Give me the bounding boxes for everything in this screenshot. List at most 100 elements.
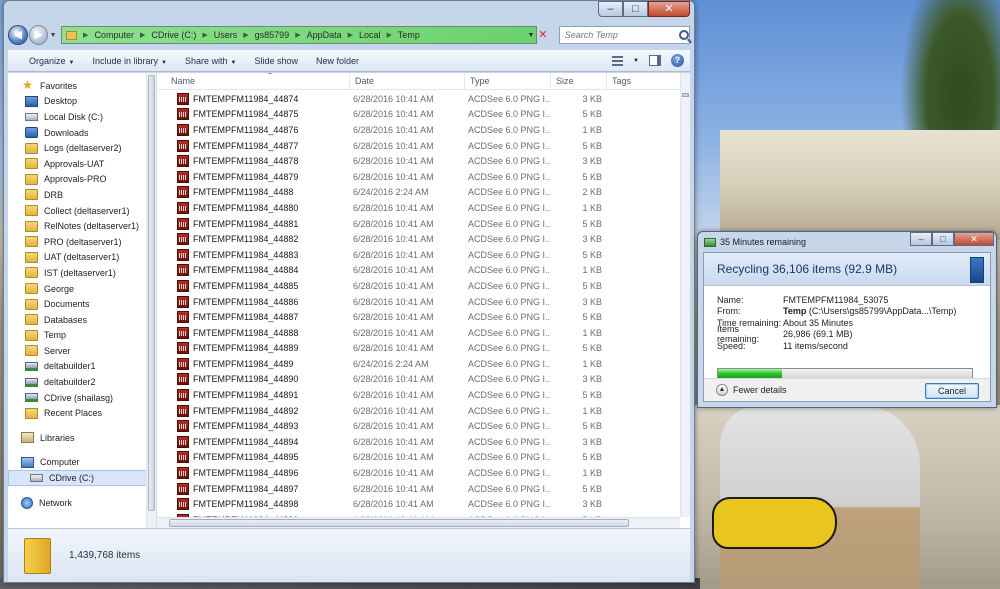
nav-item-relnotes-deltaserver1[interactable]: RelNotes (deltaserver1) xyxy=(8,218,156,234)
nav-item-databases[interactable]: Databases xyxy=(8,312,156,328)
column-header-type[interactable]: Type xyxy=(464,73,550,89)
search-input[interactable] xyxy=(564,30,675,40)
nav-item-ist-deltaserver1[interactable]: IST (deltaserver1) xyxy=(8,265,156,281)
nav-item-deltabuilder2[interactable]: deltabuilder2 xyxy=(8,374,156,390)
include-in-library-menu[interactable]: Include in library ▼ xyxy=(83,56,175,66)
nav-item-deltabuilder1[interactable]: deltabuilder1 xyxy=(8,359,156,375)
file-row[interactable]: FMTEMPFM11984_44894 6/28/2016 10:41 AM ACD… xyxy=(157,434,680,450)
file-row[interactable]: FMTEMPFM11984_44897 6/28/2016 10:41 AM ACD… xyxy=(157,481,680,497)
nav-item-desktop[interactable]: Desktop xyxy=(8,94,156,110)
help-icon[interactable]: ? xyxy=(671,54,684,67)
file-row[interactable]: FMTEMPFM11984_44888 6/28/2016 10:41 AM ACD… xyxy=(157,325,680,341)
file-row[interactable]: FMTEMPFM11984_44883 6/28/2016 10:41 AM ACD… xyxy=(157,247,680,263)
breadcrumb-users[interactable]: Users xyxy=(214,30,238,40)
nav-item-network[interactable]: Network xyxy=(8,495,156,511)
file-list-scrollbar[interactable] xyxy=(680,73,690,517)
file-row[interactable]: FMTEMPFM11984_44898 6/28/2016 10:41 AM ACD… xyxy=(157,496,680,512)
preview-pane-icon[interactable] xyxy=(649,55,661,66)
forward-button[interactable]: ▶ xyxy=(28,25,49,45)
file-row[interactable]: FMTEMPFM11984_44882 6/28/2016 10:41 AM ACD… xyxy=(157,231,680,247)
nav-item-pro-deltaserver1[interactable]: PRO (deltaserver1) xyxy=(8,234,156,250)
cancel-button[interactable]: Cancel xyxy=(925,383,979,399)
breadcrumb-local[interactable]: Local xyxy=(359,30,381,40)
nav-item-computer[interactable]: Computer xyxy=(8,455,156,471)
dialog-minimize-button[interactable]: – xyxy=(910,232,932,246)
file-row[interactable]: FMTEMPFM11984_44881 6/28/2016 10:41 AM ACD… xyxy=(157,216,680,232)
file-row[interactable]: FMTEMPFM11984_44890 6/28/2016 10:41 AM ACD… xyxy=(157,372,680,388)
nav-item-downloads[interactable]: Downloads xyxy=(8,125,156,141)
navigation-scroll-thumb[interactable] xyxy=(148,75,155,511)
address-dropdown[interactable]: ▼ xyxy=(526,32,536,39)
dialog-close-button[interactable]: ✕ xyxy=(954,232,994,246)
file-row[interactable]: FMTEMPFM11984_44876 6/28/2016 10:41 AM ACD… xyxy=(157,122,680,138)
nav-item-documents[interactable]: Documents xyxy=(8,296,156,312)
nav-item-favorites[interactable]: ★ Favorites xyxy=(8,78,156,94)
chevron-down-icon[interactable]: ▼ xyxy=(633,58,639,64)
nav-item-george[interactable]: George xyxy=(8,281,156,297)
nav-item-recent-places[interactable]: Recent Places xyxy=(8,405,156,421)
horizontal-scrollbar[interactable] xyxy=(157,517,680,528)
nav-item-server[interactable]: Server xyxy=(8,343,156,359)
nav-item-cdrive-shailasg[interactable]: CDrive (shailasg) xyxy=(8,390,156,406)
file-list-scroll-thumb[interactable] xyxy=(682,93,689,97)
file-row[interactable]: FMTEMPFM11984_44895 6/28/2016 10:41 AM ACD… xyxy=(157,450,680,466)
file-row[interactable]: FMTEMPFM11984_44879 6/28/2016 10:41 AM ACD… xyxy=(157,169,680,185)
slide-show-button[interactable]: Slide show xyxy=(245,56,307,66)
new-folder-button[interactable]: New folder xyxy=(307,56,368,66)
breadcrumb-temp[interactable]: Temp xyxy=(398,30,420,40)
file-row[interactable]: FMTEMPFM11984_44875 6/28/2016 10:41 AM ACD… xyxy=(157,107,680,123)
nav-item-temp[interactable]: Temp xyxy=(8,328,156,344)
dialog-maximize-button[interactable]: □ xyxy=(932,232,954,246)
file-row[interactable]: FMTEMPFM11984_4488 6/24/2016 2:24 AM ACDSe… xyxy=(157,185,680,201)
file-row[interactable]: FMTEMPFM11984_44896 6/28/2016 10:41 AM ACD… xyxy=(157,465,680,481)
navigation-scrollbar[interactable] xyxy=(146,73,156,528)
file-row[interactable]: FMTEMPFM11984_44892 6/28/2016 10:41 AM ACD… xyxy=(157,403,680,419)
file-row[interactable]: FMTEMPFM11984_44886 6/28/2016 10:41 AM ACD… xyxy=(157,294,680,310)
fewer-details-link[interactable]: Fewer details xyxy=(733,385,787,395)
close-button[interactable]: ✕ xyxy=(648,1,690,17)
nav-item-approvals-pro[interactable]: Approvals-PRO xyxy=(8,172,156,188)
file-row[interactable]: FMTEMPFM11984_4489 6/24/2016 2:24 AM ACDSe… xyxy=(157,356,680,372)
file-row[interactable]: FMTEMPFM11984_44893 6/28/2016 10:41 AM ACD… xyxy=(157,418,680,434)
nav-item-libraries[interactable]: Libraries xyxy=(8,430,156,446)
breadcrumb-appdata[interactable]: AppData xyxy=(307,30,342,40)
chevron-down-icon: ▼ xyxy=(230,59,237,66)
stop-icon[interactable]: ✕ xyxy=(537,27,549,43)
file-row[interactable]: FMTEMPFM11984_44874 6/28/2016 10:41 AM ACD… xyxy=(157,91,680,107)
share-with-menu[interactable]: Share with ▼ xyxy=(176,56,245,66)
chevron-up-icon[interactable]: ▲ xyxy=(716,384,728,396)
change-view-icon[interactable] xyxy=(612,55,624,66)
breadcrumb-cdrive[interactable]: CDrive (C:) xyxy=(151,30,196,40)
file-row[interactable]: FMTEMPFM11984_44891 6/28/2016 10:41 AM ACD… xyxy=(157,387,680,403)
minimize-button[interactable]: – xyxy=(598,1,623,17)
nav-item-collect-deltaserver1[interactable]: Collect (deltaserver1) xyxy=(8,203,156,219)
file-row[interactable]: FMTEMPFM11984_44887 6/28/2016 10:41 AM ACD… xyxy=(157,309,680,325)
folder-icon xyxy=(25,329,38,341)
file-row[interactable]: FMTEMPFM11984_44878 6/28/2016 10:41 AM ACD… xyxy=(157,153,680,169)
address-bar[interactable]: ▶ Computer ▶ CDrive (C:) ▶ Users ▶ gs857… xyxy=(61,26,537,44)
nav-item-local-disk-c[interactable]: Local Disk (C:) xyxy=(8,109,156,125)
nav-item-uat-deltaserver1[interactable]: UAT (deltaserver1) xyxy=(8,250,156,266)
file-row[interactable]: FMTEMPFM11984_44884 6/28/2016 10:41 AM ACD… xyxy=(157,263,680,279)
nav-item-cdrive-c[interactable]: CDrive (C:) xyxy=(8,470,156,486)
horizontal-scroll-thumb[interactable] xyxy=(169,519,629,527)
search-icon[interactable] xyxy=(678,30,689,40)
search-box[interactable] xyxy=(558,26,691,44)
back-button[interactable]: ◀ xyxy=(8,25,28,45)
nav-item-approvals-uat[interactable]: Approvals-UAT xyxy=(8,156,156,172)
file-row[interactable]: FMTEMPFM11984_44885 6/28/2016 10:41 AM ACD… xyxy=(157,278,680,294)
organize-menu[interactable]: Organize ▼ xyxy=(20,56,83,66)
file-row[interactable]: FMTEMPFM11984_44889 6/28/2016 10:41 AM ACD… xyxy=(157,341,680,357)
file-row[interactable]: FMTEMPFM11984_44880 6/28/2016 10:41 AM ACD… xyxy=(157,200,680,216)
recent-pages-dropdown[interactable]: ▼ xyxy=(48,32,58,39)
nav-item-logs-deltaserver2[interactable]: Logs (deltaserver2) xyxy=(8,140,156,156)
breadcrumb-computer[interactable]: Computer xyxy=(94,30,134,40)
breadcrumb-user[interactable]: gs85799 xyxy=(255,30,290,40)
column-header-size[interactable]: Size xyxy=(550,73,606,89)
file-row[interactable]: FMTEMPFM11984_44877 6/28/2016 10:41 AM ACD… xyxy=(157,138,680,154)
column-header-date[interactable]: Date xyxy=(349,73,464,89)
column-header-tags[interactable]: Tags xyxy=(606,73,666,89)
maximize-button[interactable]: □ xyxy=(623,1,648,17)
nav-item-drb[interactable]: DRB xyxy=(8,187,156,203)
column-header-name[interactable]: Name xyxy=(157,73,349,89)
